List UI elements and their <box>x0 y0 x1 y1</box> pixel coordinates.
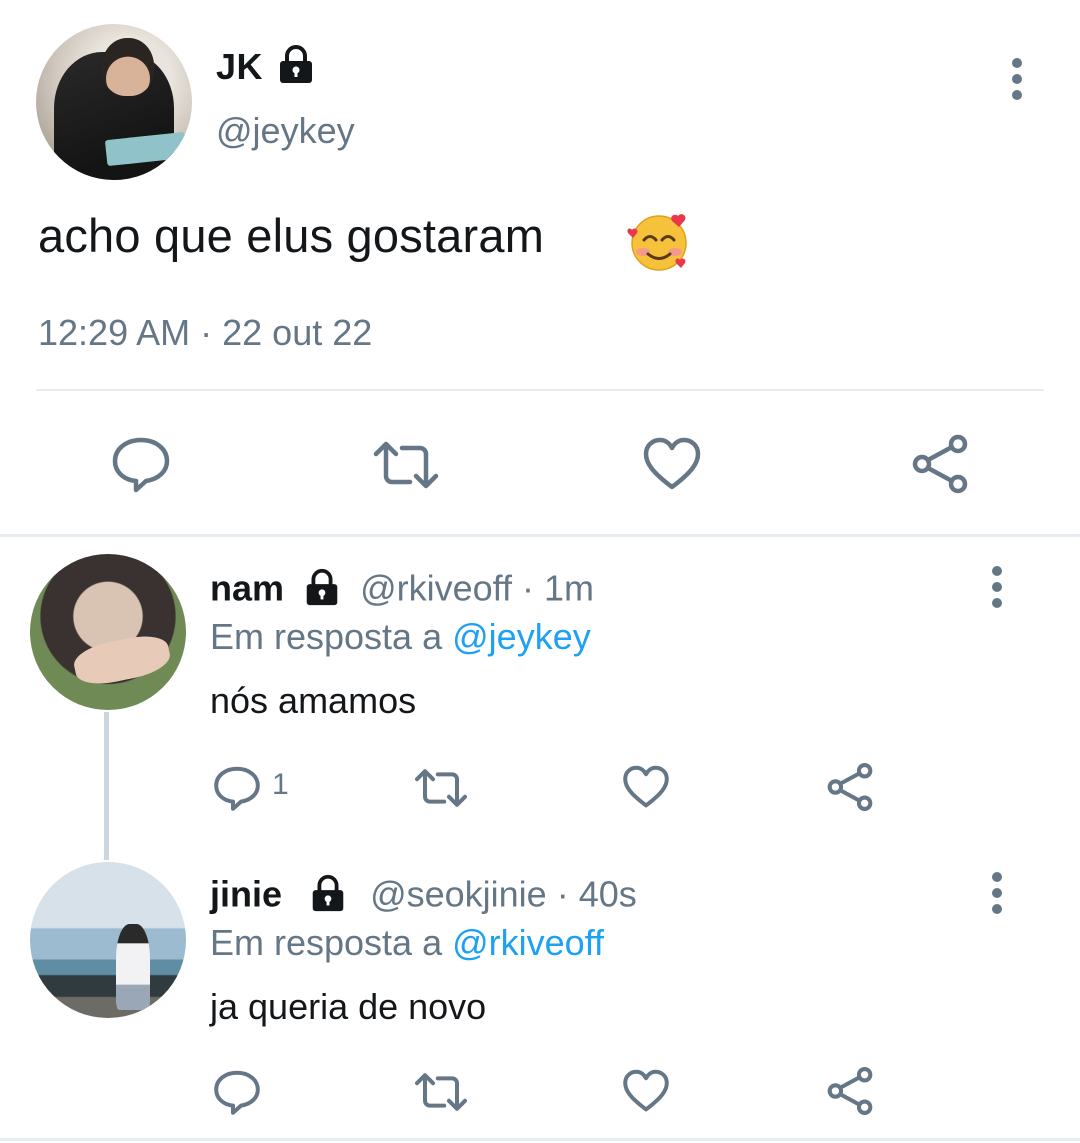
reply-count: 1 <box>272 768 289 801</box>
section-divider <box>0 534 1080 537</box>
reply-age: 1m <box>544 567 595 609</box>
mention-link[interactable]: @rkiveoff <box>452 922 604 963</box>
replying-to: Em resposta a @jeykey <box>210 616 591 657</box>
smiling-face-with-hearts-icon <box>627 214 687 271</box>
reply-author-name[interactable]: nam <box>210 568 284 609</box>
tweet-thread: JK @jeykey acho que elus gostaram 12:29 … <box>0 0 1080 1143</box>
reply-icon[interactable] <box>212 1068 262 1116</box>
share-icon[interactable] <box>824 762 876 812</box>
reply-author-handle[interactable]: @rkiveoff <box>360 568 512 609</box>
reply-header: nam @rkiveoff · 1m <box>210 567 595 609</box>
author-handle[interactable]: @jeykey <box>216 110 355 152</box>
like-icon[interactable] <box>642 436 702 492</box>
more-options-icon[interactable] <box>990 872 1004 916</box>
lock-icon <box>312 874 344 912</box>
reply-text: nós amamos <box>210 680 417 721</box>
more-options-icon[interactable] <box>990 566 1004 610</box>
section-divider <box>0 1138 1080 1141</box>
like-icon[interactable] <box>622 1068 670 1114</box>
reply-avatar[interactable] <box>30 862 186 1018</box>
tweet-text: acho que elus gostaram <box>38 209 545 262</box>
reply-age: 40s <box>578 873 637 915</box>
lock-icon <box>306 568 338 606</box>
reply-text: ja queria de novo <box>210 986 487 1027</box>
more-options-icon[interactable] <box>1010 58 1024 102</box>
reply-author-handle[interactable]: @seokjinie <box>370 874 547 915</box>
reply-icon[interactable] <box>110 434 172 494</box>
share-icon[interactable] <box>824 1066 876 1116</box>
retweet-icon[interactable] <box>370 440 442 490</box>
reply-avatar[interactable] <box>30 554 186 710</box>
reply-header: jinie @seokjinie · 40s <box>210 873 637 915</box>
retweet-icon[interactable] <box>412 1072 470 1112</box>
thread-connector <box>104 712 109 860</box>
reply-author-name[interactable]: jinie <box>210 874 282 915</box>
author-avatar[interactable] <box>36 24 192 180</box>
share-icon[interactable] <box>908 434 972 494</box>
reply-icon[interactable] <box>212 764 262 812</box>
divider <box>36 389 1044 391</box>
author-name[interactable]: JK <box>216 46 263 88</box>
like-icon[interactable] <box>622 764 670 810</box>
tweet-timestamp[interactable]: 12:29 AM · 22 out 22 <box>38 312 372 354</box>
mention-link[interactable]: @jeykey <box>452 616 591 657</box>
retweet-icon[interactable] <box>412 768 470 808</box>
lock-icon <box>280 45 312 83</box>
replying-to: Em resposta a @rkiveoff <box>210 922 605 963</box>
